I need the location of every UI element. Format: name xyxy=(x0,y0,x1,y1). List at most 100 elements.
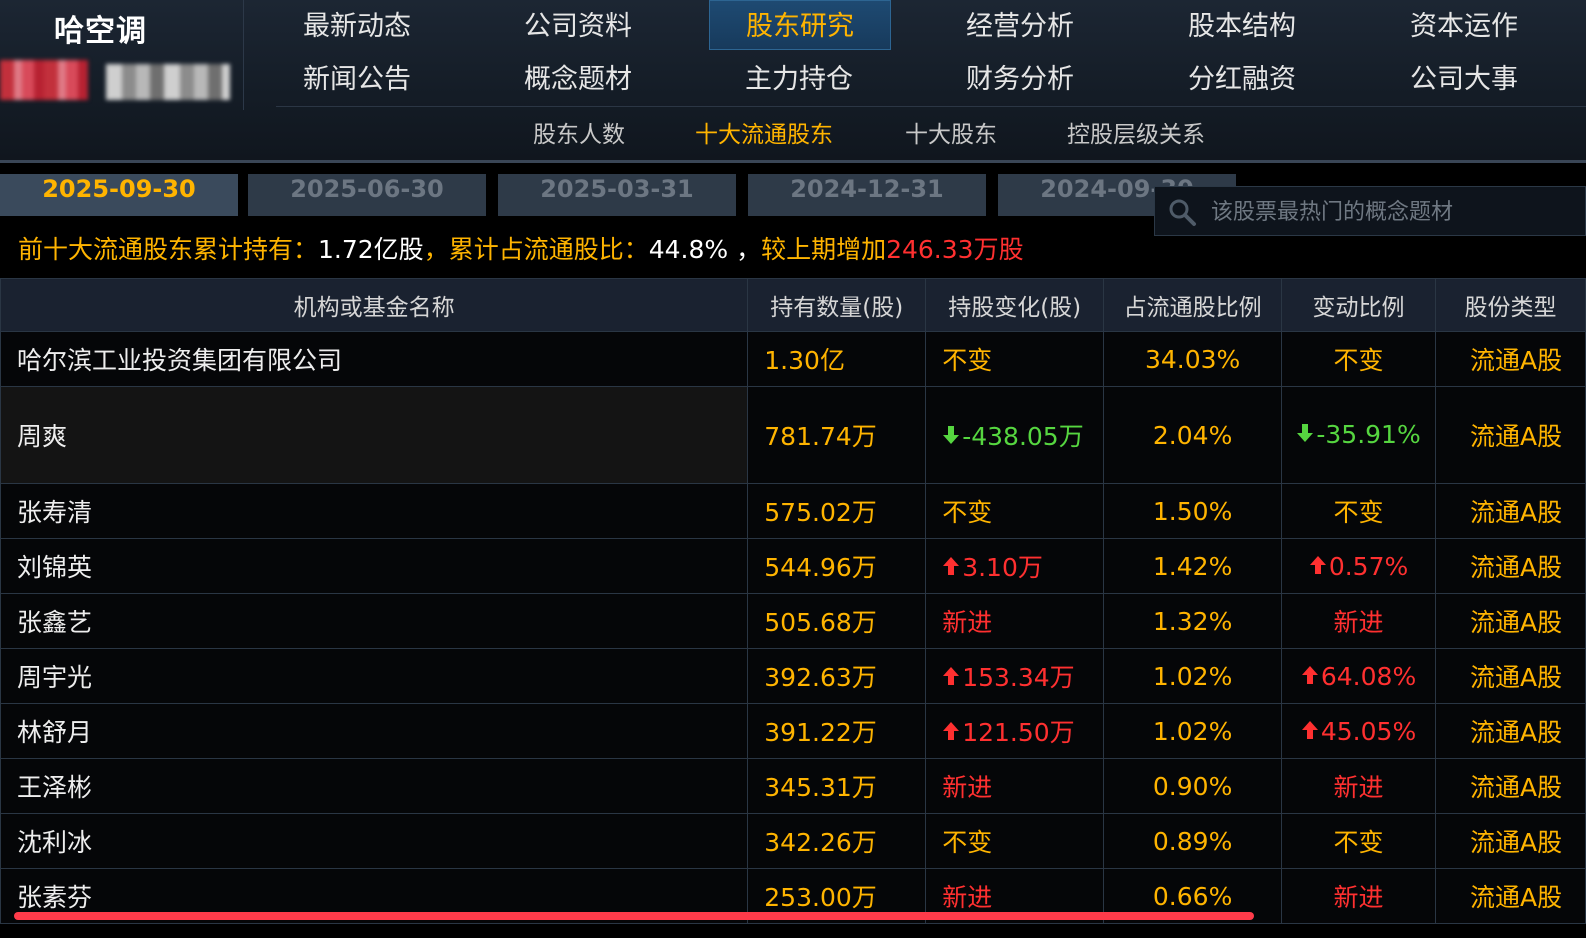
nav-item-dividends[interactable]: 分红融资 xyxy=(1152,57,1332,103)
summary-total-value: 1.72亿股 xyxy=(318,235,424,264)
cell-float-ratio: 34.03% xyxy=(1103,331,1283,387)
stock-price-redacted xyxy=(106,64,230,100)
nav-item-capital-operation[interactable]: 资本运作 xyxy=(1374,4,1554,50)
summary-total-label: 前十大流通股东累计持有： xyxy=(18,235,319,264)
table-row[interactable]: 张鑫艺 505.68万 新进 1.32% 新进 流通A股 xyxy=(0,593,1586,649)
cell-holder-name[interactable]: 林舒月 xyxy=(0,703,749,759)
sub-tab-top10-holders[interactable]: 十大股东 xyxy=(905,114,997,156)
cell-share-type: 流通A股 xyxy=(1435,648,1586,704)
cell-float-ratio: 1.42% xyxy=(1103,538,1283,594)
cell-change-ratio: 0.57% xyxy=(1281,538,1436,594)
cell-holding-change-text: 新进 xyxy=(942,883,993,912)
col-header-amount[interactable]: 持有数量(股) xyxy=(747,278,927,332)
cell-holder-name[interactable]: 哈尔滨工业投资集团有限公司 xyxy=(0,331,749,387)
cell-float-ratio: 0.89% xyxy=(1103,813,1283,869)
cell-holding-amount: 575.02万 xyxy=(747,483,927,539)
col-header-change-ratio[interactable]: 变动比例 xyxy=(1281,278,1436,332)
date-tab-2025-06-30[interactable]: 2025-06-30 xyxy=(248,174,486,216)
summary-change-value: 246.33万股 xyxy=(886,235,1024,264)
table-row[interactable]: 哈尔滨工业投资集团有限公司 1.30亿 不变 34.03% 不变 流通A股 xyxy=(0,331,1586,387)
top10-float-holders-table: 机构或基金名称 持有数量(股) 持股变化(股) 占流通股比例 变动比例 股份类型… xyxy=(0,278,1586,924)
concept-search-box[interactable] xyxy=(1154,186,1586,236)
nav-item-financial-analysis[interactable]: 财务分析 xyxy=(930,57,1110,103)
header: 哈空调 最新动态 公司资料 股东研究 经营分析 股本结构 资本运作 新闻公告 概… xyxy=(0,0,1586,160)
cell-holding-change: 121.50万 xyxy=(925,703,1105,759)
table-row[interactable]: 王泽彬 345.31万 新进 0.90% 新进 流通A股 xyxy=(0,758,1586,814)
sub-tab-top10-float-holders[interactable]: 十大流通股东 xyxy=(695,114,833,156)
cell-holding-amount: 1.30亿 xyxy=(747,331,927,387)
col-header-change[interactable]: 持股变化(股) xyxy=(925,278,1105,332)
cell-float-ratio: 0.90% xyxy=(1103,758,1283,814)
cell-change-ratio: -35.91% xyxy=(1281,386,1436,484)
date-tab-2025-03-31[interactable]: 2025-03-31 xyxy=(498,174,736,216)
cell-change-ratio: 不变 xyxy=(1281,813,1436,869)
summary-change-label: 较上期增加 xyxy=(761,235,887,264)
table-row[interactable]: 林舒月 391.22万 121.50万 1.02% 45.05% 流通A股 xyxy=(0,703,1586,759)
cell-holding-amount: 505.68万 xyxy=(747,593,927,649)
cell-share-type: 流通A股 xyxy=(1435,703,1586,759)
nav-item-operation-analysis[interactable]: 经营分析 xyxy=(930,4,1110,50)
col-header-share-type[interactable]: 股份类型 xyxy=(1435,278,1586,332)
table-body: 哈尔滨工业投资集团有限公司 1.30亿 不变 34.03% 不变 流通A股 周爽 781.74… xyxy=(0,331,1586,924)
cell-holder-name[interactable]: 张寿清 xyxy=(0,483,749,539)
nav-item-announcements[interactable]: 新闻公告 xyxy=(267,57,447,103)
table-row[interactable]: 刘锦英 544.96万 3.10万 1.42% 0.57% 流通A股 xyxy=(0,538,1586,594)
arrow-up-icon xyxy=(1301,665,1318,684)
cell-holding-amount: 544.96万 xyxy=(747,538,927,594)
cell-share-type: 流通A股 xyxy=(1435,758,1586,814)
date-tab-2024-12-31[interactable]: 2024-12-31 xyxy=(748,174,986,216)
cell-change-ratio-text: 64.08% xyxy=(1320,661,1417,691)
nav-item-main-holdings[interactable]: 主力持仓 xyxy=(709,57,889,103)
cell-holder-name[interactable]: 周宇光 xyxy=(0,648,749,704)
nav-item-equity-structure[interactable]: 股本结构 xyxy=(1152,4,1332,50)
cell-holder-name[interactable]: 刘锦英 xyxy=(0,538,749,594)
cell-holding-change: 不变 xyxy=(925,331,1105,387)
stock-name: 哈空调 xyxy=(54,14,147,49)
cell-change-ratio: 新进 xyxy=(1281,868,1436,924)
cell-change-ratio-text: -35.91% xyxy=(1316,420,1421,449)
cell-change-ratio: 45.05% xyxy=(1281,703,1436,759)
cell-holder-name[interactable]: 沈利冰 xyxy=(0,813,749,869)
table-row[interactable]: 张寿清 575.02万 不变 1.50% 不变 流通A股 xyxy=(0,483,1586,539)
cell-change-ratio: 不变 xyxy=(1281,331,1436,387)
cell-change-ratio-text: 新进 xyxy=(1333,608,1384,637)
cell-holding-change-text: 新进 xyxy=(942,608,993,637)
col-header-name[interactable]: 机构或基金名称 xyxy=(0,278,749,332)
cell-holding-amount: 342.26万 xyxy=(747,813,927,869)
cell-holding-change: 153.34万 xyxy=(925,648,1105,704)
nav-item-concepts[interactable]: 概念题材 xyxy=(488,57,668,103)
cell-holding-amount: 345.31万 xyxy=(747,758,927,814)
cell-holding-amount: 781.74万 xyxy=(747,386,927,484)
cell-holding-change-text: 121.50万 xyxy=(962,718,1075,747)
cell-holder-name[interactable]: 周爽 xyxy=(0,386,749,484)
sub-tab-holding-hierarchy[interactable]: 控股层级关系 xyxy=(1067,114,1205,156)
arrow-down-icon xyxy=(943,426,960,444)
table-row[interactable]: 沈利冰 342.26万 不变 0.89% 不变 流通A股 xyxy=(0,813,1586,869)
cell-holder-name[interactable]: 王泽彬 xyxy=(0,758,749,814)
cell-change-ratio-text: 新进 xyxy=(1333,883,1384,912)
cell-share-type: 流通A股 xyxy=(1435,868,1586,924)
cell-holder-name[interactable]: 张鑫艺 xyxy=(0,593,749,649)
table-row[interactable]: 周宇光 392.63万 153.34万 1.02% 64.08% 流通A股 xyxy=(0,648,1586,704)
cell-change-ratio-text: 不变 xyxy=(1333,828,1384,857)
cell-float-ratio: 1.32% xyxy=(1103,593,1283,649)
table-row[interactable]: 周爽 781.74万 -438.05万 2.04% -35.91% 流通A股 xyxy=(0,386,1586,484)
date-tab-2025-09-30[interactable]: 2025-09-30 xyxy=(0,174,238,216)
arrow-up-icon xyxy=(943,722,960,740)
cell-holding-change-text: 新进 xyxy=(942,773,993,802)
sub-tab-shareholder-count[interactable]: 股东人数 xyxy=(533,114,625,156)
nav-item-company-info[interactable]: 公司资料 xyxy=(488,4,668,50)
cell-holding-change-text: 不变 xyxy=(942,346,993,375)
col-header-float-ratio[interactable]: 占流通股比例 xyxy=(1103,278,1283,332)
cell-change-ratio-text: 45.05% xyxy=(1320,716,1417,746)
concept-search-input[interactable] xyxy=(1209,195,1573,229)
cell-holding-change: 不变 xyxy=(925,483,1105,539)
nav-item-latest-news[interactable]: 最新动态 xyxy=(267,4,447,50)
cell-float-ratio: 2.04% xyxy=(1103,386,1283,484)
header-divider xyxy=(0,160,1586,163)
cell-holding-change: 不变 xyxy=(925,813,1105,869)
nav-item-shareholder-research[interactable]: 股东研究 xyxy=(709,0,891,50)
nav-item-major-events[interactable]: 公司大事 xyxy=(1374,57,1554,103)
cell-change-ratio: 新进 xyxy=(1281,758,1436,814)
cell-holding-change: 新进 xyxy=(925,593,1105,649)
